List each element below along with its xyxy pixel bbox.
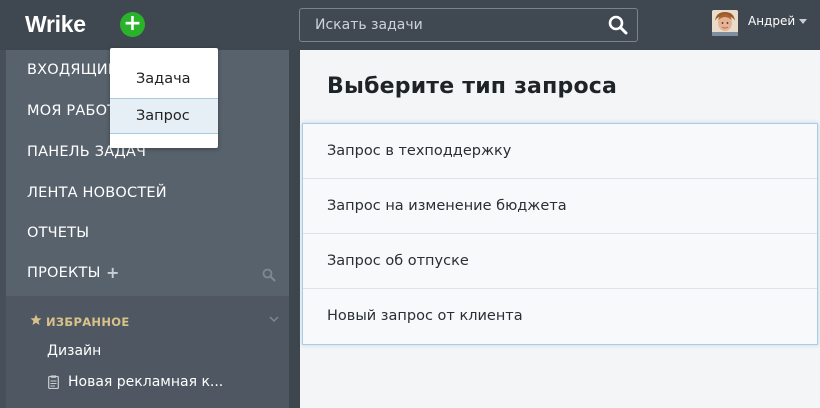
- add-button[interactable]: +: [120, 12, 145, 37]
- user-menu-caret-icon[interactable]: [799, 19, 807, 24]
- sidebar-item-projects[interactable]: ПРОЕКТЫ: [27, 265, 101, 281]
- favorites-label: ИЗБРАННОЕ: [46, 315, 130, 329]
- favorite-item-design[interactable]: Дизайн: [47, 343, 101, 359]
- favorites-section: ИЗБРАННОЕ Дизайн Новая рекламная к...: [6, 296, 289, 408]
- avatar[interactable]: [712, 10, 738, 36]
- request-type-item[interactable]: Запрос на изменение бюджета: [303, 179, 817, 234]
- top-bar: Wrike + Андрей: [0, 0, 820, 50]
- request-type-label: Новый запрос от клиента: [327, 308, 523, 324]
- sidebar-item-inbox[interactable]: ВХОДЯЩИЕ: [27, 62, 117, 78]
- menu-item-label: Задача: [136, 71, 191, 87]
- page-title: Выберите тип запроса: [327, 74, 618, 99]
- search-icon[interactable]: [608, 15, 628, 35]
- sidebar-item-reports[interactable]: ОТЧЕТЫ: [27, 225, 89, 241]
- request-type-label: Запрос в техподдержку: [327, 143, 512, 159]
- wrike-logo[interactable]: Wrike: [25, 11, 86, 38]
- sidebar-scrollbar[interactable]: [289, 50, 300, 408]
- menu-item-task[interactable]: Задача: [110, 62, 218, 98]
- avatar-image: [712, 10, 738, 36]
- chevron-down-icon[interactable]: [269, 315, 279, 323]
- request-type-label: Запрос на изменение бюджета: [327, 198, 567, 214]
- request-type-item[interactable]: Запрос в техподдержку: [303, 124, 817, 179]
- menu-item-label: Запрос: [136, 108, 190, 124]
- menu-item-request[interactable]: Запрос: [110, 98, 218, 134]
- add-project-plus-icon[interactable]: +: [106, 263, 119, 282]
- star-icon: [30, 314, 42, 325]
- request-type-item[interactable]: Запрос об отпуске: [303, 234, 817, 289]
- request-type-list: Запрос в техподдержку Запрос на изменени…: [302, 123, 818, 345]
- add-menu-dropdown: Задача Запрос: [110, 48, 218, 148]
- document-icon: [48, 375, 59, 389]
- user-name[interactable]: Андрей: [748, 14, 795, 28]
- search-input[interactable]: [300, 9, 600, 41]
- request-type-label: Запрос об отпуске: [327, 253, 469, 269]
- search-box[interactable]: [299, 8, 638, 42]
- request-type-item[interactable]: Новый запрос от клиента: [303, 289, 817, 344]
- favorite-item-ad-campaign[interactable]: Новая рекламная к...: [68, 374, 223, 390]
- sidebar-item-news-feed[interactable]: ЛЕНТА НОВОСТЕЙ: [27, 185, 167, 201]
- main-panel: Выберите тип запроса Запрос в техподдерж…: [300, 50, 820, 408]
- project-search-icon[interactable]: [262, 268, 276, 282]
